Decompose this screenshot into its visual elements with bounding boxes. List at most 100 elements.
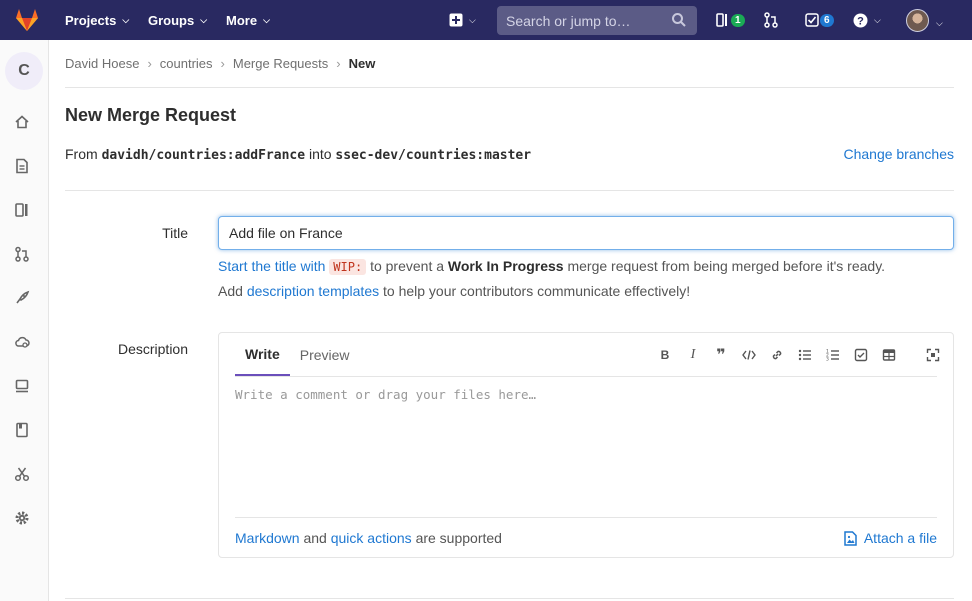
source-branch: davidh/countries:addFrance [101,148,306,163]
breadcrumb-project[interactable]: countries [160,56,213,71]
rocket-icon[interactable] [14,290,30,306]
branch-summary: From davidh/countries:addFrance into sse… [65,146,531,163]
task-list-icon[interactable] [853,347,869,363]
svg-text:?: ? [857,15,864,27]
environments-monitor-icon[interactable] [14,378,30,394]
page-title: New Merge Request [65,105,237,125]
divider [65,87,954,88]
todo-check-icon [805,13,819,27]
breadcrumb: David Hoese › countries › Merge Requests… [65,56,375,71]
project-avatar[interactable]: C [5,52,43,90]
todos-button[interactable]: 6 [805,10,834,30]
top-navbar: Projects ⌵ Groups ⌵ More ⌵ ⌵ Search or j… [0,0,972,40]
chevron-down-icon[interactable]: ⌵ [936,13,943,33]
search-icon [672,13,686,27]
snippets-scissors-icon[interactable] [14,466,30,482]
merge-requests-button[interactable] [764,10,778,30]
divider [65,598,954,599]
wip-hint-link[interactable]: Start the title with [218,258,325,274]
description-templates-link[interactable]: description templates [247,283,379,299]
markdown-link[interactable]: Markdown [235,530,300,546]
more-menu[interactable]: More ⌵ [226,0,270,40]
description-textarea[interactable]: Write a comment or drag your files here… [235,387,935,507]
markdown-toolbar: B I ❞ 123 [657,347,941,364]
image-file-icon [844,530,857,546]
breadcrumb-user[interactable]: David Hoese [65,56,139,71]
issues-icon[interactable] [14,202,30,218]
attach-file-button[interactable]: Attach a file [843,530,937,546]
help-button[interactable]: ? ⌵ [853,10,881,30]
divider [65,190,954,191]
chevron-right-icon: › [147,56,152,71]
bold-icon[interactable]: B [657,347,673,363]
groups-label: Groups [148,12,195,28]
chevron-right-icon: › [220,56,225,71]
into-label: into [308,146,332,162]
template-hint-end: to help your contributors communicate ef… [383,283,691,299]
merge-request-icon [764,12,778,28]
italic-icon[interactable]: I [685,347,701,363]
chevron-down-icon: ⌵ [874,14,881,25]
fullscreen-icon[interactable] [925,347,941,363]
quote-icon[interactable]: ❞ [713,347,729,364]
operations-cloud-icon[interactable] [14,334,30,350]
merge-request-icon[interactable] [14,246,30,262]
help-icon: ? [853,13,868,27]
projects-menu[interactable]: Projects ⌵ [65,0,129,40]
description-label: Description [117,341,188,357]
new-item-button[interactable]: ⌵ [449,10,476,30]
editor-footer-hint: Markdown and quick actions are supported [235,530,502,546]
wip-hint-end: merge request from being merged before i… [567,258,886,274]
template-hint: Add description templates to help your c… [218,283,690,299]
quick-actions-link[interactable]: quick actions [331,530,412,546]
breadcrumb-merge-requests[interactable]: Merge Requests [233,56,328,71]
tab-write[interactable]: Write [235,333,290,376]
footer-supported: are supported [415,530,502,546]
editor-divider [235,517,937,518]
settings-gear-icon[interactable] [14,510,30,526]
breadcrumb-current[interactable]: New [349,56,376,71]
editor-divider [235,376,937,377]
wip-hint: Start the title with WIP: to prevent a W… [218,258,886,275]
repository-icon[interactable] [14,158,30,174]
search-input[interactable]: Search or jump to… [506,13,631,29]
footer-and: and [303,530,327,546]
bullet-list-icon[interactable] [797,347,813,363]
title-label: Title [162,225,188,241]
code-icon[interactable] [741,347,757,363]
chevron-down-icon: ⌵ [200,14,208,25]
wip-hint-text: to prevent a [370,258,445,274]
attach-file-label: Attach a file [863,530,937,546]
user-avatar[interactable] [906,9,929,32]
svg-text:3: 3 [826,357,829,363]
chevron-right-icon: › [336,56,341,71]
description-editor: Write Preview B I ❞ 123 Write a comment … [218,332,954,558]
issues-button[interactable]: 1 [716,10,745,30]
editor-tabs: Write Preview [235,333,360,376]
link-icon[interactable] [769,347,785,363]
change-branches-link[interactable]: Change branches [843,146,954,162]
chevron-down-icon: ⌵ [122,14,130,25]
numbered-list-icon[interactable]: 123 [825,347,841,363]
chevron-down-icon: ⌵ [469,14,476,25]
tab-preview[interactable]: Preview [290,333,360,376]
wiki-book-icon[interactable] [14,422,30,438]
issues-icon [716,13,727,27]
wip-hint-bold: Work In Progress [447,258,564,274]
from-label: From [65,146,98,162]
groups-menu[interactable]: Groups ⌵ [148,0,207,40]
project-sidebar: C [0,40,49,601]
chevron-down-icon: ⌵ [263,14,270,25]
template-hint-start: Add [218,283,243,299]
title-input[interactable] [218,216,954,250]
todos-count-badge: 6 [820,13,834,27]
wip-code: WIP: [329,259,367,275]
search-box[interactable]: Search or jump to… [497,6,697,35]
table-icon[interactable] [881,347,897,363]
gitlab-logo[interactable] [14,7,40,33]
more-label: More [226,12,258,28]
projects-label: Projects [65,12,117,28]
plus-square-icon [449,13,463,27]
home-icon[interactable] [14,114,30,130]
issues-count-badge: 1 [731,13,745,27]
